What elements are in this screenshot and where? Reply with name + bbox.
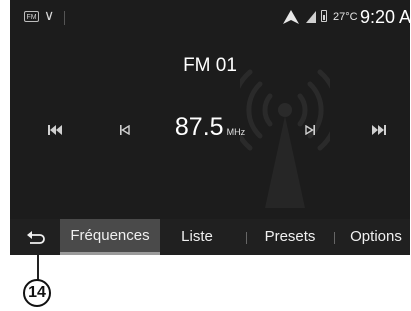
radio-screen: FM ∨ 27°C 9:20 AM FM 01 xyxy=(10,0,410,255)
navigation-arrow-icon xyxy=(283,10,299,24)
temperature-readout: 27°C xyxy=(333,11,358,23)
chevron-down-icon[interactable]: ∨ xyxy=(44,7,54,24)
skip-previous-button[interactable] xyxy=(38,116,72,144)
signal-strength-icon xyxy=(306,11,316,23)
frequency-unit: MHz xyxy=(226,127,246,137)
tab-separator xyxy=(334,232,335,244)
skip-next-icon xyxy=(372,125,386,135)
skip-previous-icon xyxy=(48,125,62,135)
tab-presets[interactable]: Presets xyxy=(260,219,320,255)
callout-leader-line xyxy=(37,255,39,281)
seek-back-button[interactable] xyxy=(108,116,142,144)
clock: 9:20 AM xyxy=(360,7,410,27)
frequency-value: 87.5 xyxy=(174,113,224,141)
seek-back-icon xyxy=(120,125,130,135)
seek-forward-icon xyxy=(305,125,315,135)
band-label: FM 01 xyxy=(183,55,237,76)
seek-forward-button[interactable] xyxy=(293,116,327,144)
tab-bar: Fréquences Liste Presets Options xyxy=(10,219,410,255)
battery-icon xyxy=(321,10,327,22)
tab-list[interactable]: Liste xyxy=(170,219,224,255)
tab-separator xyxy=(246,232,247,244)
skip-next-button[interactable] xyxy=(362,116,396,144)
tab-options[interactable]: Options xyxy=(344,219,408,255)
status-divider xyxy=(64,11,65,25)
source-icon-label: FM xyxy=(26,14,37,21)
tab-frequencies[interactable]: Fréquences xyxy=(60,219,160,255)
back-arrow-icon[interactable] xyxy=(26,227,46,249)
frequency-display: 87.5 MHz xyxy=(140,113,280,142)
status-bar: FM ∨ 27°C 9:20 AM xyxy=(10,0,410,36)
radio-source-icon[interactable]: FM xyxy=(24,11,39,22)
callout-number-badge: 14 xyxy=(23,279,51,307)
